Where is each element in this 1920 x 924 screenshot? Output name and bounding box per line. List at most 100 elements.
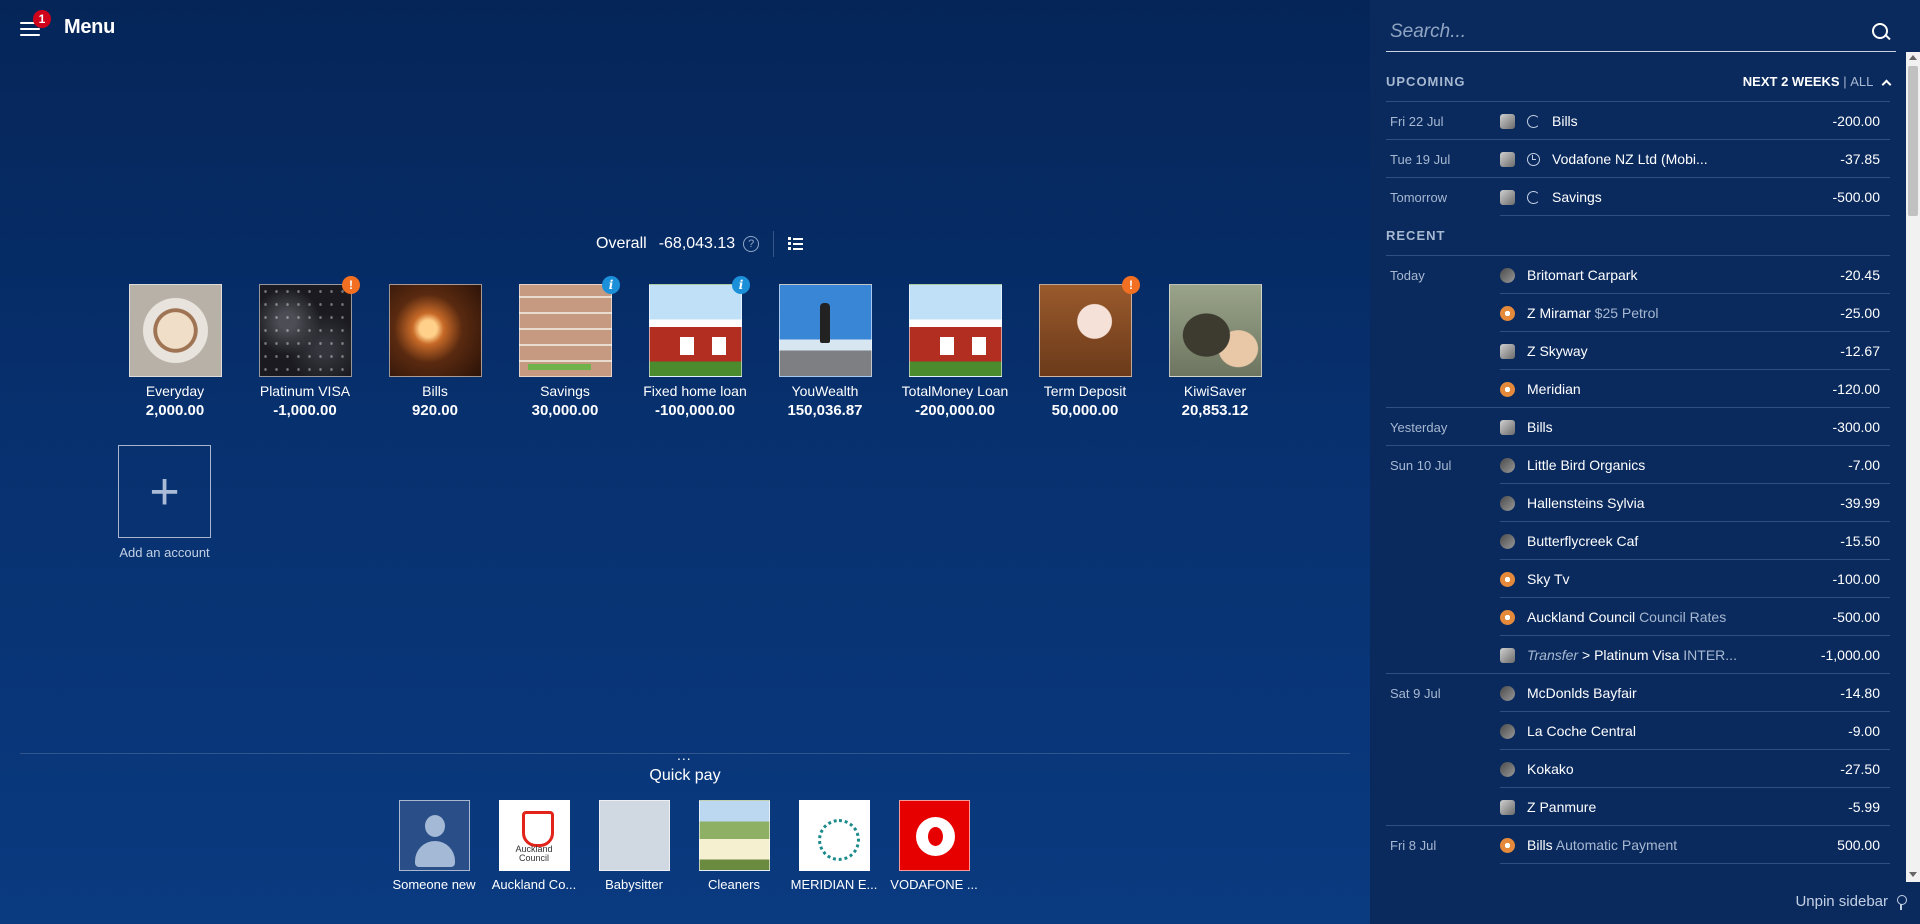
payee-name: La Coche Central [1527, 723, 1636, 739]
account-thumbnail-icon [1500, 457, 1515, 473]
payee-avatar: Auckland Council [498, 800, 570, 871]
chevron-up-icon[interactable] [1881, 79, 1892, 90]
add-account-label: Add an account [119, 545, 210, 560]
transaction-payee: Z Panmure [1527, 799, 1780, 815]
account-thumbnail-icon [1500, 571, 1515, 587]
scroll-down-icon[interactable] [1909, 872, 1917, 877]
payee-avatar [698, 800, 770, 871]
alert-icon[interactable]: ! [1122, 276, 1140, 294]
search-input[interactable] [1386, 14, 1856, 50]
transaction-row[interactable]: Z Skyway -12.67 [1386, 332, 1890, 370]
payee-name: Auckland Co... [491, 877, 577, 892]
account-tile[interactable]: i Savings 30,000.00 [500, 276, 630, 419]
payee-name: VODAFONE ... [890, 877, 978, 892]
quick-pay-payee[interactable]: Auckland Council Auckland Co... [484, 800, 584, 892]
quick-pay-handle[interactable]: ... [677, 747, 692, 763]
transaction-row[interactable]: Auckland Council Council Rates -500.00 [1386, 598, 1890, 636]
help-icon[interactable]: ? [743, 236, 760, 252]
account-tile[interactable]: ! Term Deposit 50,000.00 [1020, 276, 1150, 419]
transaction-row[interactable]: Today Britomart Carpark -20.45 [1386, 256, 1890, 294]
account-tile[interactable]: Everyday 2,000.00 [110, 284, 240, 419]
overall-summary: Overall -68,043.13 ? [596, 231, 804, 257]
alert-icon[interactable]: ! [342, 276, 360, 294]
transaction-amount: -20.45 [1840, 267, 1880, 283]
unpin-sidebar-button[interactable]: Unpin sidebar [1795, 893, 1907, 910]
account-thumbnail-icon [1500, 267, 1515, 283]
payee-name: Platinum Visa [1594, 647, 1680, 663]
transaction-row[interactable]: Z Panmure -5.99 [1386, 788, 1890, 826]
transaction-payee: Hallensteins Sylvia [1527, 495, 1780, 511]
payee-name: Kokako [1527, 761, 1574, 777]
menu-label: Menu [64, 16, 116, 38]
quick-pay-payee[interactable]: VODAFONE ... [884, 800, 984, 892]
transaction-row[interactable]: Z Miramar $25 Petrol -25.00 [1386, 294, 1890, 332]
account-image [388, 284, 482, 377]
payee-name: Z Skyway [1527, 343, 1588, 359]
transaction-row[interactable]: Yesterday Bills -300.00 [1386, 408, 1890, 446]
account-balance: 2,000.00 [145, 402, 205, 419]
transaction-row[interactable]: Sat 9 Jul McDonlds Bayfair -14.80 [1386, 674, 1890, 712]
transaction-payee: La Coche Central [1527, 723, 1780, 739]
row-divider [1500, 863, 1890, 864]
transaction-payee: Meridian [1527, 381, 1780, 397]
scrollbar-thumb[interactable] [1908, 66, 1918, 216]
quick-pay-payee[interactable]: Someone new [384, 800, 484, 892]
transaction-row[interactable]: Butterflycreek Caf -15.50 [1386, 522, 1890, 560]
account-image [1168, 284, 1262, 377]
transaction-row[interactable]: Hallensteins Sylvia -39.99 [1386, 484, 1890, 522]
account-thumbnail-icon [1500, 723, 1515, 739]
transaction-date: Yesterday [1390, 419, 1448, 435]
account-image [908, 284, 1002, 377]
search-icon[interactable] [1872, 23, 1890, 41]
account-tile[interactable]: ! Platinum VISA -1,000.00 [240, 276, 370, 419]
list-view-icon[interactable] [788, 237, 804, 251]
transaction-row[interactable]: Transfer > Platinum Visa INTER... -1,000.… [1386, 636, 1890, 674]
transaction-payee: Butterflycreek Caf [1527, 533, 1780, 549]
account-tile[interactable]: i Fixed home loan -100,000.00 [630, 276, 760, 419]
transaction-amount: -37.85 [1840, 151, 1880, 167]
payee-name: McDonlds Bayfair [1527, 685, 1637, 701]
quick-pay-payee[interactable]: Cleaners [684, 800, 784, 892]
info-icon[interactable]: i [602, 276, 620, 294]
transaction-row[interactable]: Kokako -27.50 [1386, 750, 1890, 788]
menu-button[interactable]: 1 Menu [20, 10, 116, 39]
account-balance: 50,000.00 [1051, 402, 1119, 419]
transaction-row[interactable]: Sky Tv -100.00 [1386, 560, 1890, 598]
range-next-2-weeks[interactable]: NEXT 2 WEEKS [1743, 74, 1840, 89]
account-image [128, 284, 222, 377]
transaction-date: Today [1390, 267, 1425, 283]
account-tile[interactable]: YouWealth 150,036.87 [760, 284, 890, 419]
range-all[interactable]: ALL [1850, 74, 1873, 89]
account-thumbnail-icon [1500, 609, 1515, 625]
council-logo-text: Auckland Council [515, 844, 553, 863]
account-image [258, 284, 352, 377]
row-divider [1500, 215, 1890, 216]
account-tile[interactable]: Bills 920.00 [370, 284, 500, 419]
transaction-date: Tomorrow [1390, 189, 1448, 205]
transaction-payee: McDonlds Bayfair [1527, 685, 1780, 701]
account-tile[interactable]: TotalMoney Loan -200,000.00 [890, 284, 1020, 419]
transaction-row[interactable]: Fri 8 Jul Bills Automatic Payment 500.00 [1386, 826, 1890, 864]
transaction-row[interactable]: Meridian -120.00 [1386, 370, 1890, 408]
account-tile[interactable]: KiwiSaver 20,853.12 [1150, 284, 1280, 419]
quick-pay-payee[interactable]: Babysitter [584, 800, 684, 892]
recent-list: Today Britomart Carpark -20.45 Z Miramar $2… [1386, 256, 1890, 864]
payee-name: Little Bird Organics [1527, 457, 1646, 473]
transaction-row[interactable]: Fri 22 Jul Bills -200.00 [1386, 102, 1890, 140]
transaction-payee: Little Bird Organics [1527, 457, 1780, 473]
transaction-row[interactable]: Tomorrow Savings -500.00 [1386, 178, 1890, 216]
payee-name: MERIDIAN E... [790, 877, 878, 892]
add-account-button[interactable]: + Add an account [118, 445, 211, 560]
account-balance: 920.00 [412, 402, 458, 419]
transaction-payee: Britomart Carpark [1527, 267, 1780, 283]
account-image [1038, 284, 1132, 377]
transaction-amount: -1,000.00 [1820, 647, 1880, 663]
info-icon[interactable]: i [732, 276, 750, 294]
account-name: TotalMoney Loan [901, 383, 1009, 399]
transaction-row[interactable]: Tue 19 Jul Vodafone NZ Ltd (Mobi... -37.85 [1386, 140, 1890, 178]
transaction-row[interactable]: La Coche Central -9.00 [1386, 712, 1890, 750]
scroll-up-icon[interactable] [1909, 55, 1917, 60]
transaction-amount: -500.00 [1832, 609, 1880, 625]
quick-pay-payee[interactable]: MERIDIAN E... [784, 800, 884, 892]
transaction-row[interactable]: Sun 10 Jul Little Bird Organics -7.00 [1386, 446, 1890, 484]
